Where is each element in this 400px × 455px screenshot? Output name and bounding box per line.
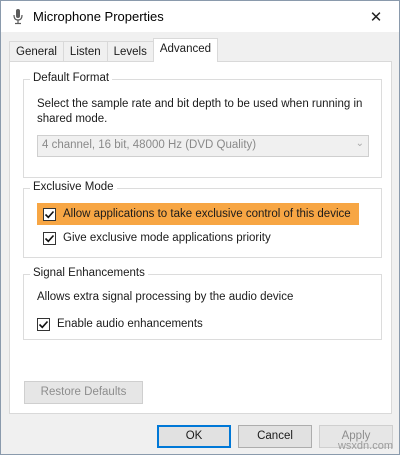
watermark: wsxdn.com (337, 440, 393, 452)
audio-enhancements-label: Enable audio enhancements (57, 318, 203, 330)
properties-dialog: Microphone Properties ✕ General Listen L… (0, 0, 400, 455)
exclusive-control-label: Allow applications to take exclusive con… (63, 208, 351, 220)
chevron-down-icon: ⌄ (355, 138, 364, 149)
exclusive-control-checkbox[interactable] (43, 207, 56, 221)
tab-strip: General Listen Levels Advanced (9, 38, 219, 62)
audio-enhancements-option[interactable]: Enable audio enhancements (37, 316, 203, 332)
exclusive-priority-checkbox[interactable] (43, 231, 56, 245)
tab-levels[interactable]: Levels (106, 41, 154, 62)
window-title: Microphone Properties (33, 9, 164, 24)
restore-defaults-button[interactable]: Restore Defaults (24, 381, 143, 404)
tab-advanced[interactable]: Advanced (152, 38, 219, 62)
checkmark-icon (38, 320, 49, 328)
default-format-dropdown: 4 channel, 16 bit, 48000 Hz (DVD Quality… (37, 135, 369, 157)
default-format-value: 4 channel, 16 bit, 48000 Hz (DVD Quality… (42, 139, 257, 151)
exclusive-priority-option[interactable]: Give exclusive mode applications priorit… (43, 230, 271, 246)
title-bar[interactable]: Microphone Properties ✕ (1, 1, 399, 32)
ok-button[interactable]: OK (157, 425, 231, 448)
exclusive-mode-title: Exclusive Mode (30, 181, 117, 193)
microphone-icon (11, 8, 25, 25)
close-icon: ✕ (369, 8, 383, 26)
checkmark-icon (44, 210, 55, 218)
cancel-button[interactable]: Cancel (238, 425, 312, 448)
checkmark-icon (44, 234, 55, 242)
signal-enhancements-title: Signal Enhancements (30, 267, 148, 279)
signal-enhancements-group: Signal Enhancements Allows extra signal … (23, 267, 382, 340)
signal-description: Allows extra signal processing by the au… (37, 291, 294, 303)
tab-listen[interactable]: Listen (62, 41, 108, 62)
default-format-description: Select the sample rate and bit depth to … (37, 98, 363, 125)
advanced-panel: Default Format Select the sample rate an… (9, 61, 392, 414)
exclusive-priority-label: Give exclusive mode applications priorit… (63, 232, 271, 244)
tab-general[interactable]: General (9, 41, 64, 62)
default-format-title: Default Format (30, 72, 113, 84)
default-format-group: Default Format Select the sample rate an… (23, 72, 382, 178)
exclusive-control-option[interactable]: Allow applications to take exclusive con… (37, 203, 359, 225)
audio-enhancements-checkbox[interactable] (37, 317, 50, 331)
close-button[interactable]: ✕ (353, 1, 399, 32)
exclusive-mode-group: Exclusive Mode Allow applications to tak… (23, 181, 382, 258)
